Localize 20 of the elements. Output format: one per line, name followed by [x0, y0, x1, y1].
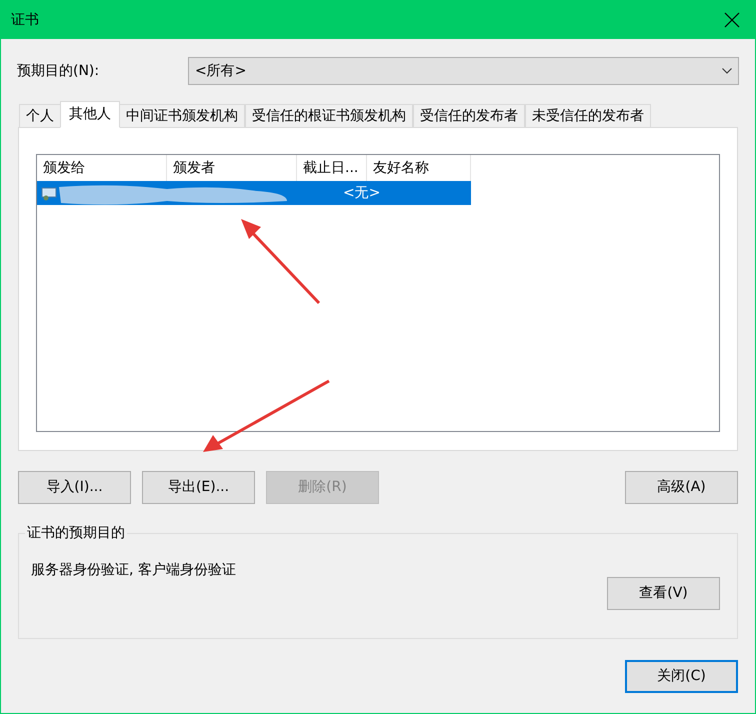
tab[interactable]: 其他人 [60, 101, 120, 128]
tab[interactable]: 受信任的根证书颁发机构 [245, 104, 413, 128]
tab[interactable]: 中间证书颁发机构 [119, 104, 245, 128]
window-title: 证书 [11, 10, 39, 30]
tab[interactable]: 受信任的发布者 [413, 104, 525, 128]
table-cell-text: <无> [342, 184, 382, 202]
action-button[interactable]: 导入(I)... [18, 471, 131, 504]
tab[interactable]: 个人 [19, 104, 61, 128]
advanced-button[interactable]: 高级(A) [625, 471, 738, 504]
certificate-icon [41, 185, 57, 201]
view-button[interactable]: 查看(V) [607, 577, 720, 610]
purpose-label: 预期目的(N): [17, 62, 100, 80]
close-dialog-button[interactable]: 关闭(C) [625, 660, 738, 693]
close-icon [724, 12, 740, 28]
purposes-text: 服务器身份验证, 客户端身份验证 [31, 561, 237, 580]
tab[interactable]: 未受信任的发布者 [525, 104, 651, 128]
table-row[interactable]: <无> [37, 181, 471, 205]
purpose-dropdown[interactable]: <所有> [188, 57, 739, 85]
chevron-down-icon [722, 68, 732, 74]
action-button[interactable]: 导出(E)... [142, 471, 255, 504]
